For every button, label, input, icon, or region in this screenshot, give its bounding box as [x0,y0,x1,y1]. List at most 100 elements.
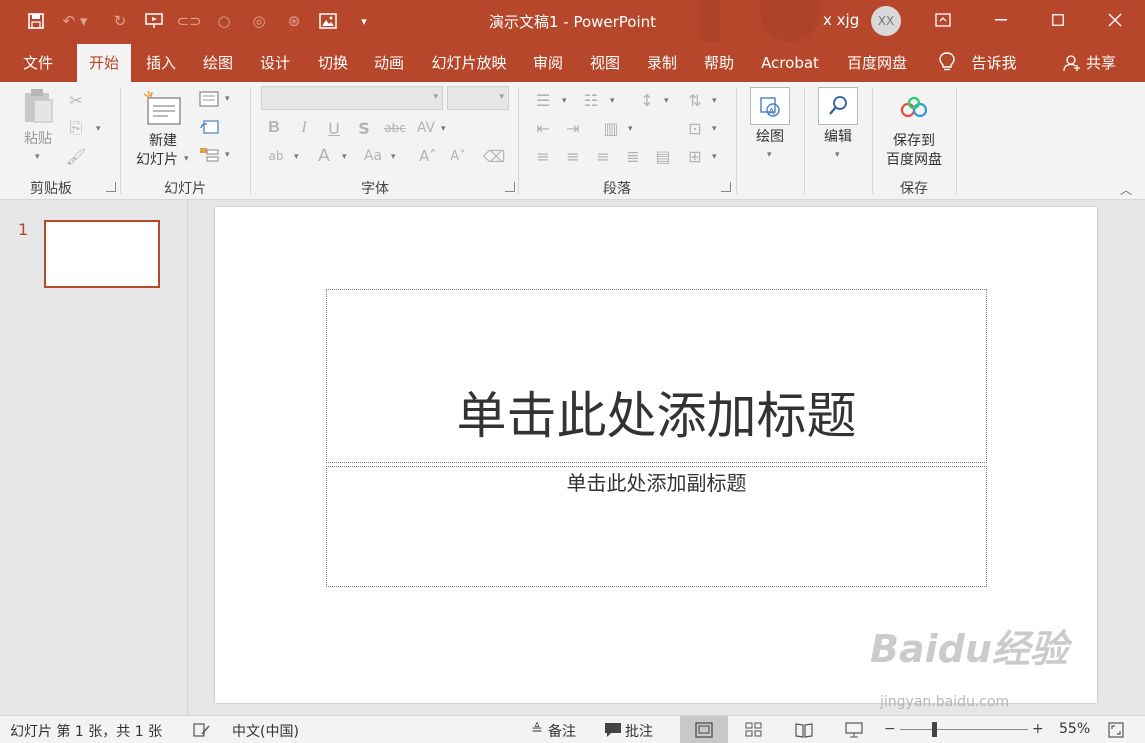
tab-baidu-netdisk[interactable]: 百度网盘 [840,44,914,82]
decrease-indent-icon[interactable]: ⇤ [532,118,554,138]
smartart-icon[interactable]: ⊞ [684,146,706,166]
new-slide-icon[interactable] [142,88,182,128]
tab-acrobat[interactable]: Acrobat [755,44,825,82]
clipboard-launcher-icon[interactable] [106,182,116,192]
slideshow-view-icon[interactable] [844,721,864,739]
chevron-down-icon[interactable]: ▾ [664,96,669,106]
clear-formatting-icon[interactable]: ⌫ [483,146,506,166]
ribbon-display-options-icon[interactable] [920,0,966,40]
character-spacing-icon[interactable]: AV [414,118,438,138]
undo-icon[interactable]: ↶ ▾ [58,9,92,33]
align-left-icon[interactable]: ≡ [532,146,554,166]
bold-icon[interactable]: B [264,118,284,138]
editing-button[interactable] [818,87,858,125]
italic-icon[interactable]: I [294,118,314,138]
columns-icon[interactable]: ▥ [600,118,622,138]
tab-transitions[interactable]: 切换 [310,44,356,82]
close-icon[interactable] [1092,0,1138,40]
font-name-dropdown[interactable]: ▾ [261,86,443,110]
tab-design[interactable]: 设计 [252,44,298,82]
customize-toolbar-icon[interactable]: ▾ [352,9,376,33]
slide-thumbnail[interactable] [44,220,160,288]
tell-me-button[interactable]: 告诉我 [966,44,1022,82]
zoom-in-button[interactable]: + [1032,721,1044,737]
chevron-down-icon[interactable]: ▾ [441,124,446,134]
copy-icon[interactable]: ⎘ [66,118,86,138]
increase-font-size-icon[interactable]: A˄ [418,146,438,166]
numbering-icon[interactable]: ☷ [580,90,602,110]
save-icon[interactable] [24,9,48,33]
slide-info[interactable]: 幻灯片 第 1 张，共 1 张 [10,721,162,741]
chevron-down-icon[interactable]: ▾ [562,96,567,106]
slide-sorter-icon[interactable] [744,721,764,739]
paragraph-launcher-icon[interactable] [721,182,731,192]
shape-fragment-icon[interactable]: ◎ [247,9,271,33]
collapse-ribbon-icon[interactable]: ︿ [1118,182,1134,197]
chevron-down-icon[interactable]: ▾ [391,152,396,162]
minimize-icon[interactable] [978,0,1024,40]
tab-record[interactable]: 录制 [639,44,685,82]
align-text-icon[interactable]: ⊡ [684,118,706,138]
comments-icon[interactable] [603,721,623,739]
save-to-label-2[interactable]: 百度网盘 [882,151,946,170]
chevron-down-icon[interactable]: ▾ [835,150,840,160]
fit-to-window-icon[interactable] [1106,721,1126,739]
chevron-down-icon[interactable]: ▾ [225,150,230,160]
maximize-icon[interactable] [1035,0,1081,40]
title-placeholder[interactable]: 单击此处添加标题 [326,289,987,463]
chevron-down-icon[interactable]: ▾ [96,124,101,134]
align-center-icon[interactable]: ≡ [562,146,584,166]
notes-icon[interactable]: ≜ [527,721,547,739]
redo-icon[interactable]: ↻ [108,9,132,33]
present-from-start-icon[interactable] [142,9,166,33]
save-to-label-1[interactable]: 保存到 [884,132,944,151]
zoom-slider[interactable] [900,729,1028,730]
tab-view[interactable]: 视图 [582,44,628,82]
zoom-slider-thumb[interactable] [932,722,937,737]
change-case-icon[interactable]: ab [264,146,288,166]
line-spacing-icon[interactable]: ↕ [636,90,658,110]
justify-icon[interactable]: ≣ [622,146,644,166]
paste-label[interactable]: 粘贴 [18,130,58,149]
font-launcher-icon[interactable] [505,182,515,192]
strikethrough-icon[interactable]: abc [382,118,408,138]
normal-view-icon[interactable] [694,721,714,739]
bullets-icon[interactable]: ☰ [532,90,554,110]
distributed-icon[interactable]: ▤ [652,146,674,166]
baidu-netdisk-icon[interactable] [898,94,930,122]
tab-insert[interactable]: 插入 [138,44,184,82]
lightbulb-icon[interactable] [938,52,956,72]
shape-combine-icon[interactable]: ○ [212,9,236,33]
drawing-button[interactable]: A [750,87,790,125]
font-size-menu-icon[interactable]: Aa [360,146,386,166]
share-person-icon[interactable] [1062,44,1082,82]
tab-slideshow[interactable]: 幻灯片放映 [426,44,512,82]
tab-help[interactable]: 帮助 [696,44,742,82]
chevron-down-icon[interactable]: ▾ [610,96,615,106]
notes-button[interactable]: 备注 [548,721,576,741]
font-size-dropdown[interactable]: ▾ [447,86,509,110]
zoom-level[interactable]: 55% [1059,721,1090,737]
reset-slide-icon[interactable] [198,118,220,136]
shape-intersect-icon[interactable]: ⊛ [282,9,306,33]
font-color-icon[interactable]: A [314,146,334,166]
language-indicator[interactable]: 中文(中国) [232,721,299,741]
chevron-down-icon[interactable]: ▾ [712,152,717,162]
new-slide-label-2[interactable]: 幻灯片 [130,151,184,170]
chevron-down-icon[interactable]: ▾ [225,94,230,104]
share-button[interactable]: 共享 [1084,44,1118,82]
tab-animations[interactable]: 动画 [366,44,412,82]
section-icon[interactable] [198,146,220,164]
avatar[interactable]: XX [871,6,901,36]
tab-file[interactable]: 文件 [14,44,62,82]
chevron-down-icon[interactable]: ▾ [294,152,299,162]
new-slide-label-1[interactable]: 新建 [136,132,190,151]
text-direction-icon[interactable]: ⇅ [684,90,706,110]
chevron-down-icon[interactable]: ▾ [712,96,717,106]
drawing-label[interactable]: 绘图 [745,128,795,147]
tab-home[interactable]: 开始 [77,44,131,82]
zoom-out-button[interactable]: − [884,721,896,737]
shape-union-icon[interactable]: ⊂⊃ [176,9,201,33]
subtitle-placeholder[interactable]: 单击此处添加副标题 [326,466,987,587]
reading-view-icon[interactable] [794,721,814,739]
